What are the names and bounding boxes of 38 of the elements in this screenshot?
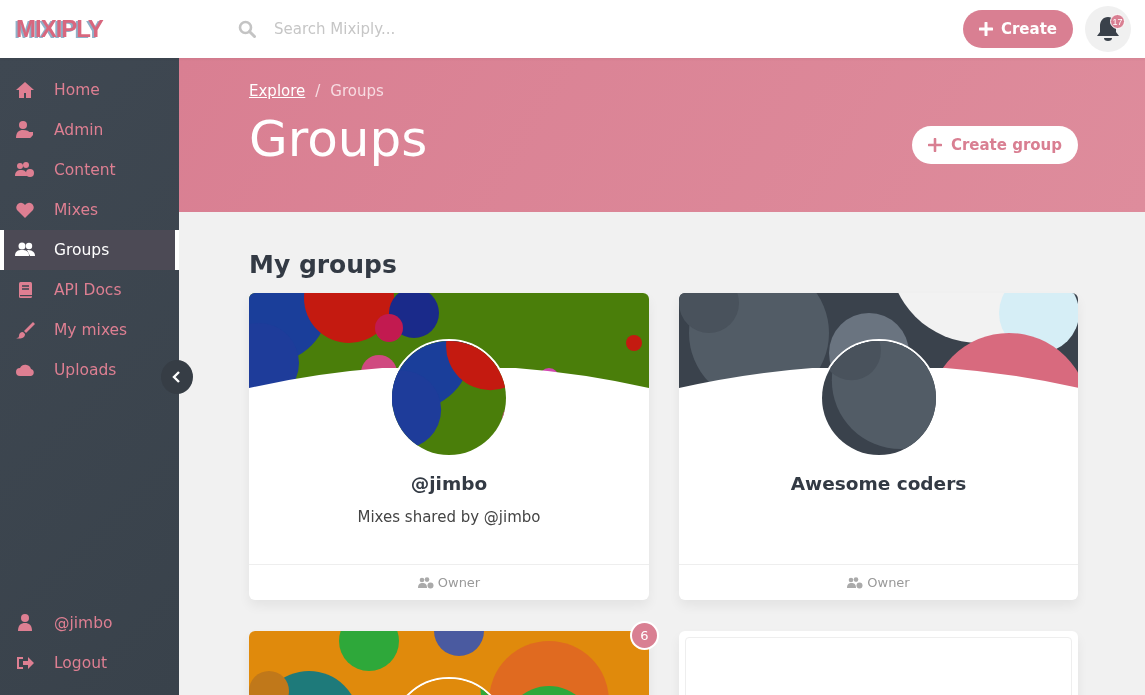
breadcrumb-current: Groups [330,82,384,100]
nav-icon [15,320,35,340]
nav-item[interactable]: @jimbo [0,603,159,643]
nav-item[interactable]: Content [0,150,159,190]
nav-item[interactable]: Home [0,70,159,110]
nav-item[interactable]: Mixes [0,190,159,230]
logo[interactable]: MIXIPLY [14,15,204,43]
group-name: @jimbo [409,473,489,494]
notification-count: 17 [1110,14,1125,29]
chevron-left-icon [172,371,182,383]
section-title: My groups [249,250,398,279]
create-button[interactable]: Create [962,10,1073,48]
collapse-button[interactable] [161,360,193,394]
notification-button[interactable]: 17 [1085,6,1131,52]
search-icon [238,20,256,38]
create-group-button[interactable]: Create group [911,126,1078,164]
group-description: Mixes shared by @jimbo [356,508,542,526]
nav-item[interactable]: Admin [0,110,159,150]
group-name: Awesome coders [789,473,968,494]
nav-item[interactable]: Logout [0,643,159,683]
nav-icon [15,120,35,140]
nav-icon [15,80,35,100]
nav-icon [15,200,35,220]
nav-item[interactable]: Uploads [0,350,159,390]
plus-icon [927,138,942,152]
role-label: Owner [437,575,481,590]
nav-icon [15,613,35,633]
breadcrumb-link[interactable]: Explore [249,82,306,100]
nav-icon [15,160,35,180]
users-icon [847,576,864,589]
breadcrumb-separator: / [315,82,321,100]
nav-item[interactable]: Groups [0,230,179,270]
page-title: Groups [249,110,428,168]
users-icon [417,576,434,589]
nav-item[interactable]: API Docs [0,270,159,310]
nav-item[interactable]: My mixes [0,310,159,350]
plus-icon [978,22,993,36]
role-label: Owner [867,575,910,590]
